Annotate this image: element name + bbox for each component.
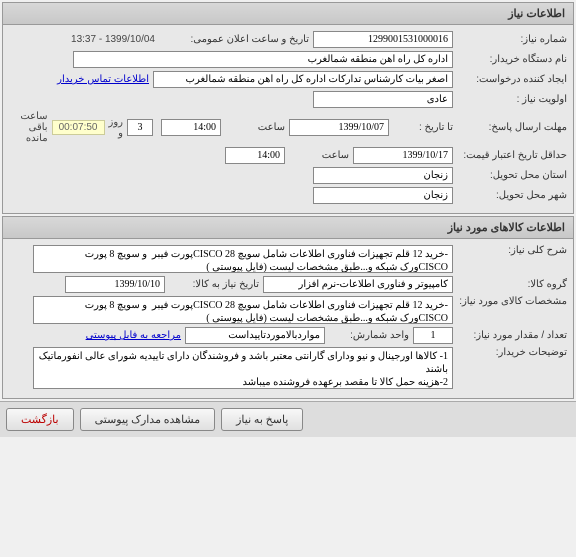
creator-field[interactable] xyxy=(153,71,453,88)
group-label: گروه کالا: xyxy=(457,279,567,290)
goods-info-header: اطلاعات کالاهای مورد نیاز xyxy=(3,217,573,239)
delivery-city-label: شهر محل تحویل: xyxy=(457,190,567,201)
validity-label: حداقل تاریخ اعتبار قیمت: xyxy=(457,150,567,161)
group-field[interactable] xyxy=(263,276,453,293)
back-button[interactable]: بازگشت xyxy=(6,408,74,431)
contact-link[interactable]: اطلاعات تماس خریدار xyxy=(57,74,149,85)
countdown-box: 00:07:50 xyxy=(52,120,105,135)
respond-button[interactable]: پاسخ به نیاز xyxy=(221,408,303,431)
deadline-label: مهلت ارسال پاسخ: xyxy=(457,122,567,133)
spec-label: مشخصات کالای مورد نیاز: xyxy=(457,296,567,307)
to-date-label: تا تاریخ : xyxy=(393,122,453,133)
deadline-date-field[interactable] xyxy=(289,119,389,136)
need-info-header: اطلاعات نیاز xyxy=(3,3,573,25)
qty-field[interactable] xyxy=(413,327,453,344)
attachment-link[interactable]: مراجعه به فایل پیوستی xyxy=(86,330,181,341)
days-left-label: روز و xyxy=(109,117,124,139)
creator-label: ایجاد کننده درخواست: xyxy=(457,74,567,85)
main-desc-label: شرح کلی نیاز: xyxy=(457,245,567,256)
main-desc-field[interactable] xyxy=(33,245,453,273)
delivery-prov-label: استان محل تحویل: xyxy=(457,170,567,181)
buyer-notes-field[interactable] xyxy=(33,347,453,389)
days-left-field xyxy=(127,119,153,136)
need-date-label: تاریخ نیاز به کالا: xyxy=(169,279,259,290)
unit-field[interactable] xyxy=(185,327,325,344)
announce-label: تاریخ و ساعت اعلان عمومی: xyxy=(159,34,309,45)
need-info-panel: اطلاعات نیاز شماره نیاز: تاریخ و ساعت اع… xyxy=(2,2,574,214)
unit-label: واحد شمارش: xyxy=(329,330,409,341)
time-label-1: ساعت xyxy=(225,122,285,133)
need-no-field[interactable] xyxy=(313,31,453,48)
view-attachments-button[interactable]: مشاهده مدارک پیوستی xyxy=(80,408,216,431)
need-no-label: شماره نیاز: xyxy=(457,34,567,45)
delivery-city-field[interactable] xyxy=(313,187,453,204)
priority-field[interactable] xyxy=(313,91,453,108)
time-label-2: ساعت xyxy=(289,150,349,161)
spec-field[interactable] xyxy=(33,296,453,324)
priority-label: اولویت نیاز : xyxy=(457,94,567,105)
buyer-org-field[interactable] xyxy=(73,51,453,68)
validity-date-field[interactable] xyxy=(353,147,453,164)
announce-value: 1399/10/04 - 13:37 xyxy=(71,34,155,45)
buyer-notes-label: توضیحات خریدار: xyxy=(457,347,567,358)
qty-label: تعداد / مقدار مورد نیاز: xyxy=(457,330,567,341)
need-date-field[interactable] xyxy=(65,276,165,293)
delivery-prov-field[interactable] xyxy=(313,167,453,184)
button-bar: پاسخ به نیاز مشاهده مدارک پیوستی بازگشت xyxy=(0,401,576,437)
remaining-label: ساعت باقی مانده xyxy=(9,111,48,144)
buyer-org-label: نام دستگاه خریدار: xyxy=(457,54,567,65)
validity-time-field[interactable] xyxy=(225,147,285,164)
goods-info-panel: اطلاعات کالاهای مورد نیاز شرح کلی نیاز: … xyxy=(2,216,574,399)
deadline-time-field[interactable] xyxy=(161,119,221,136)
